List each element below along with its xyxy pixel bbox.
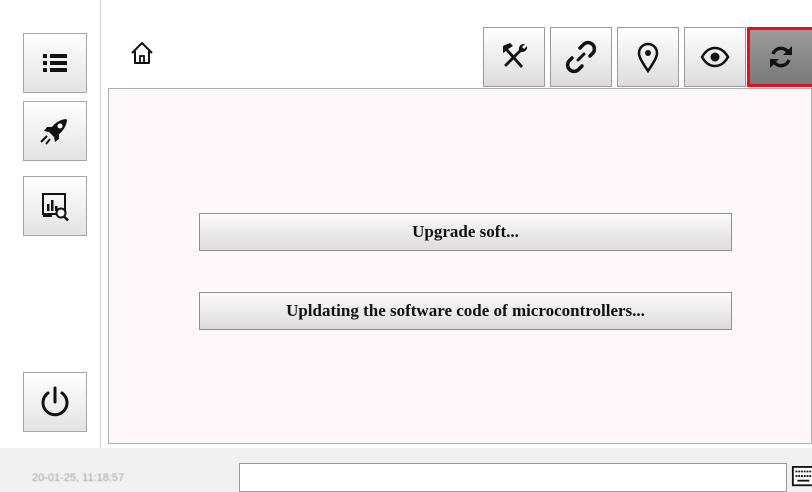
list-icon [43, 54, 67, 72]
sidebar [0, 0, 101, 448]
status-bar: 20-01-25, 11:18:57 [0, 448, 812, 492]
chart-search-icon [42, 193, 69, 222]
view-button[interactable] [684, 27, 746, 87]
power-icon [41, 386, 69, 417]
location-button[interactable] [617, 27, 679, 87]
command-input[interactable] [239, 463, 787, 492]
update-button[interactable] [747, 27, 812, 87]
tools-icon [503, 43, 528, 68]
upgrade-soft-button[interactable]: Upgrade soft... [199, 213, 732, 251]
keyboard-button[interactable] [791, 462, 812, 492]
link-icon [565, 40, 597, 74]
keyboard-icon [791, 466, 812, 487]
connection-button[interactable] [550, 27, 612, 87]
home-icon [131, 42, 153, 64]
menu-list-button[interactable] [23, 33, 87, 93]
timestamp: 20-01-25, 11:18:57 [32, 472, 125, 484]
home-button[interactable] [125, 36, 159, 70]
tools-button[interactable] [483, 27, 545, 87]
eye-icon [700, 46, 730, 68]
diagnostics-view-button[interactable] [23, 176, 87, 236]
rocket-icon [40, 119, 67, 145]
update-microcontrollers-button[interactable]: Upldating the software code of microcont… [199, 292, 732, 330]
main-panel: Upgrade soft... Upldating the software c… [108, 88, 812, 444]
top-toolbar [101, 20, 812, 88]
power-button[interactable] [23, 372, 87, 432]
refresh-icon [770, 46, 792, 68]
location-pin-icon [637, 42, 659, 74]
launch-button[interactable] [23, 101, 87, 161]
